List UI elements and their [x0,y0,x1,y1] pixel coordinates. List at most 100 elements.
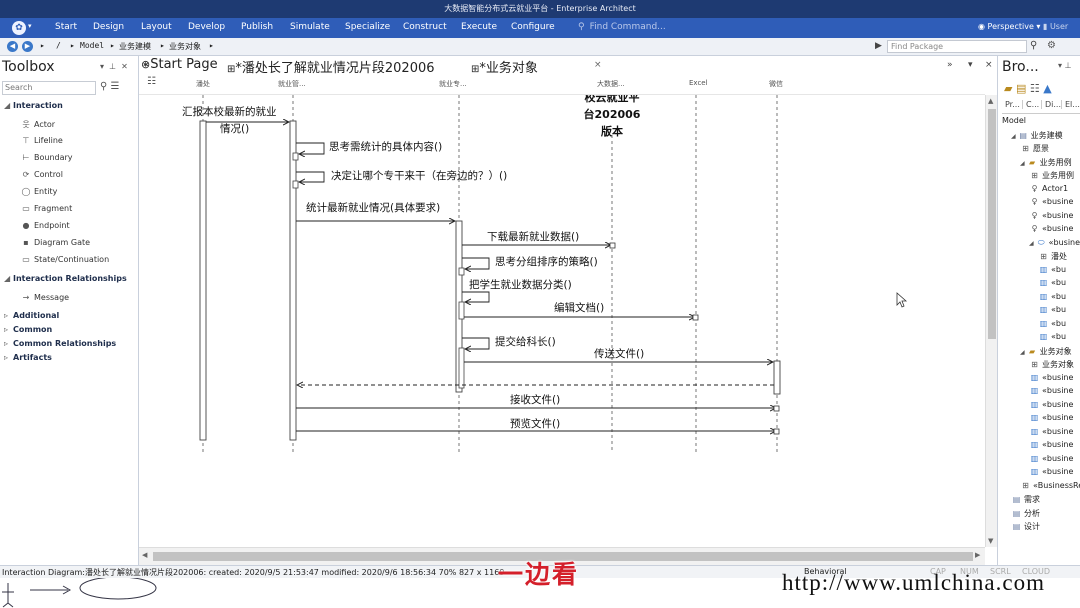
close-icon[interactable]: ✕ [121,62,128,71]
tree-node[interactable]: ♀ «busine [1029,224,1074,233]
app-logo-icon[interactable]: ✿ [12,21,26,35]
vertical-scrollbar[interactable]: ▲ ▼ [985,95,997,547]
scroll-down-icon[interactable]: ▼ [988,537,993,545]
tree-node[interactable]: ▥ «busine [1029,427,1074,436]
tree-node[interactable]: ⊞ 潘处 [1038,251,1067,262]
toolbox-search-input[interactable]: Search [2,81,96,95]
pin-icon[interactable]: ⊥ [109,62,116,71]
tree-node[interactable]: ⊞ 业务用例 [1029,170,1074,181]
tool-state-continuation[interactable]: ▭ State/Continuation [20,255,109,264]
tool-boundary[interactable]: ⊢ Boundary [20,153,73,162]
scroll-left-icon[interactable]: ◀ [142,551,147,559]
group-interaction[interactable]: ◢ Interaction [4,101,63,110]
activation-bar[interactable] [199,120,207,441]
self-message-arrow[interactable] [296,142,325,154]
chevron-down-icon[interactable]: ▾ [968,60,973,70]
tool-actor[interactable]: 웃 Actor [20,119,55,130]
tree-node[interactable]: ◢ ⬭ «busine [1029,238,1080,248]
ribbon-tab-execute[interactable]: Execute [461,22,497,32]
app-menu-chevron-icon[interactable]: ▾ [28,22,32,30]
expand-triangle-icon[interactable]: ◢ [1011,133,1016,140]
ribbon-tab-simulate[interactable]: Simulate [290,22,330,32]
breadcrumb-business-modeling[interactable]: 业务建模 [119,41,151,52]
tool-message[interactable]: → Message [20,293,69,302]
group-artifacts[interactable]: ▹ Artifacts [4,353,52,362]
group-common[interactable]: ▹ Common [4,325,52,334]
breadcrumb-root[interactable]: / [56,41,61,50]
panel-controls[interactable]: ▾ ⊥ [1058,61,1072,70]
breadcrumb-model[interactable]: Model [80,41,104,50]
browser-tab-project[interactable]: Pr... [1002,100,1020,109]
ribbon-tab-specialize[interactable]: Specialize [345,22,390,32]
scroll-thumb[interactable] [988,109,996,339]
pin-icon[interactable]: ⊥ [1065,61,1072,70]
find-package-input[interactable]: Find Package [887,40,1027,53]
expand-triangle-icon[interactable]: ◢ [1029,240,1034,247]
tool-entity[interactable]: ◯ Entity [20,187,58,196]
tree-node[interactable]: ◢ ▤ 业务建模 [1011,130,1063,141]
chevron-down-icon[interactable]: ▾ [100,62,104,71]
tool-lifeline[interactable]: ⊤ Lifeline [20,136,63,145]
group-interaction-relationships[interactable]: ◢ Interaction Relationships [4,274,127,283]
tree-node[interactable]: ▥ «bu [1038,332,1066,341]
ribbon-tab-publish[interactable]: Publish [241,22,273,32]
folder-icon[interactable]: ▰ [1004,82,1012,95]
expand-triangle-icon[interactable]: ◢ [1020,349,1025,356]
close-icon[interactable]: × [985,60,993,70]
chevron-down-icon[interactable]: ▾ [1058,61,1062,70]
close-tab-icon[interactable]: × [594,60,602,70]
diagram-toolbar-icon[interactable]: ☷ [147,76,156,87]
tree-node[interactable]: ▥ «busine [1029,373,1074,382]
play-icon[interactable]: ▶ [875,41,882,51]
tree-node[interactable]: ♀ «busine [1029,197,1074,206]
tool-control[interactable]: ⟳ Control [20,170,63,179]
tree-node[interactable]: ♀ Actor1 [1029,184,1069,193]
group-common-relationships[interactable]: ▹ Common Relationships [4,339,116,348]
ribbon-tab-develop[interactable]: Develop [188,22,225,32]
tree-node[interactable]: ⊞ 愿景 [1020,143,1049,154]
breadcrumb-business-objects[interactable]: 业务对象 [169,41,201,52]
browser-tab-diagram[interactable]: Di... [1041,100,1061,109]
perspective-menu[interactable]: ◉ Perspective ▾ [978,22,1040,31]
scroll-up-icon[interactable]: ▲ [988,97,993,105]
browser-tab-element[interactable]: El... [1061,100,1080,109]
tree-node[interactable]: ⊞ «BusinessRe [1020,481,1080,490]
search-icon[interactable]: ⚲ [1030,40,1037,51]
ribbon-tab-start[interactable]: Start [55,22,77,32]
tool-endpoint[interactable]: ● Endpoint [20,221,70,230]
scroll-right-icon[interactable]: ▶ [975,551,980,559]
hamburger-menu-icon[interactable]: ☰ [111,81,120,92]
tree-node[interactable]: ♀ «busine [1029,211,1074,220]
self-message-arrow[interactable] [462,257,490,269]
tree-node[interactable]: ▥ «busine [1029,454,1074,463]
tree-node[interactable]: ▥ «busine [1029,440,1074,449]
toolbar-options-icon[interactable]: ⚙ [1047,40,1056,51]
user-menu[interactable]: ▮ User [1043,22,1068,31]
tree-node[interactable]: ▥ «busine [1029,386,1074,395]
tree-node[interactable]: ▥ «busine [1029,400,1074,409]
tree-node[interactable]: ▤ 需求 [1011,494,1040,505]
activation-bar[interactable] [289,120,297,441]
tree-node[interactable]: ▤ 设计 [1011,521,1040,532]
new-package-icon[interactable]: ▤ [1016,82,1026,95]
find-command-box[interactable]: ⚲ Find Command... [578,22,666,32]
search-icon[interactable]: ⚲ [100,81,107,92]
tree-node[interactable]: ▥ «bu [1038,265,1066,274]
self-message-arrow[interactable] [296,171,325,182]
tree-node[interactable]: ▥ «bu [1038,292,1066,301]
ribbon-tab-design[interactable]: Design [93,22,124,32]
tree-node[interactable]: ▥ «bu [1038,305,1066,314]
expand-triangle-icon[interactable]: ◢ [1020,160,1025,167]
tree-node[interactable]: ▥ «bu [1038,278,1066,287]
tree-node[interactable]: Model [1002,116,1026,125]
move-up-icon[interactable]: ▲ [1043,82,1051,95]
back-button[interactable]: ◀ [7,41,18,52]
ribbon-tab-layout[interactable]: Layout [141,22,172,32]
tree-node[interactable]: ▥ «busine [1029,413,1074,422]
ribbon-tab-construct[interactable]: Construct [403,22,447,32]
self-message-arrow[interactable] [462,291,490,302]
tree-node[interactable]: ▤ 分析 [1011,508,1040,519]
tree-node[interactable]: ◢ ▰ 业务对象 [1020,346,1072,357]
tool-diagram-gate[interactable]: ▪ Diagram Gate [20,238,90,247]
tree-node[interactable]: ⊞ 业务对象 [1029,359,1074,370]
